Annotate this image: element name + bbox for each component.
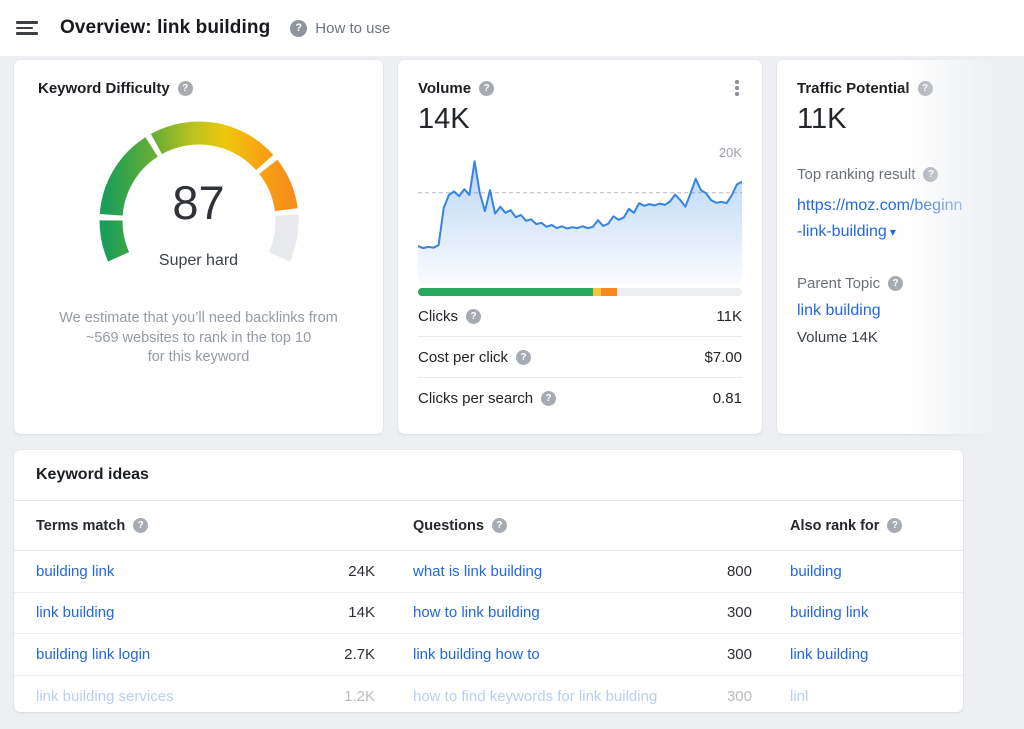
help-icon[interactable]: ?	[492, 518, 507, 533]
help-icon[interactable]: ?	[888, 276, 903, 291]
clicks-bar-segment	[418, 288, 593, 296]
help-icon[interactable]: ?	[918, 81, 933, 96]
table-row: how to find keywords for link building 3…	[391, 676, 768, 713]
help-icon[interactable]: ?	[541, 391, 556, 406]
difficulty-gauge: 87 Super hard	[77, 115, 321, 283]
volume-title: Volume ?	[418, 80, 742, 97]
difficulty-score: 87	[77, 175, 321, 230]
clicks-distribution-bar	[418, 288, 742, 296]
help-icon[interactable]: ?	[923, 167, 938, 182]
top-ranking-result-label: Top ranking result ?	[797, 166, 1024, 183]
table-row: link building 14K	[14, 593, 391, 635]
keyword-volume: 2.7K	[344, 646, 375, 663]
table-row: building	[768, 551, 963, 593]
terms-match-column: Terms match ? building link 24K link bui…	[14, 501, 391, 712]
traffic-potential-card: Traffic Potential ? 11K Top ranking resu…	[777, 60, 1024, 434]
clicks-bar-segment	[593, 288, 601, 296]
keyword-link[interactable]: link building	[790, 646, 868, 663]
how-to-use-link[interactable]: How to use	[315, 20, 390, 37]
metrics-card-row: Keyword Difficulty ? 87 Super hard We es…	[14, 60, 1024, 434]
keyword-volume: 300	[727, 604, 752, 621]
questions-column: Questions ? what is link building 800 ho…	[391, 501, 768, 712]
metric-value: $7.00	[704, 349, 742, 366]
clicks-bar-segment	[617, 288, 742, 296]
help-icon[interactable]: ?	[290, 20, 307, 37]
keyword-volume: 24K	[348, 563, 375, 580]
keyword-link[interactable]: building link	[790, 604, 868, 621]
app-header: Overview: link building ? How to use	[0, 0, 1024, 56]
keyword-link[interactable]: link building how to	[413, 646, 540, 663]
traffic-potential-title: Traffic Potential ?	[797, 80, 1024, 97]
metric-row-cpc: Cost per click ? $7.00	[418, 337, 742, 378]
keyword-volume: 14K	[348, 604, 375, 621]
metric-row-clicks: Clicks ? 11K	[418, 296, 742, 337]
keyword-volume: 300	[727, 646, 752, 663]
difficulty-label: Super hard	[77, 252, 321, 270]
help-icon[interactable]: ?	[466, 309, 481, 324]
keyword-difficulty-title: Keyword Difficulty ?	[38, 80, 359, 97]
metric-row-clicks-per-search: Clicks per search ? 0.81	[418, 378, 742, 419]
also-rank-for-header: Also rank for ?	[768, 501, 963, 551]
keyword-link[interactable]: building link	[36, 563, 114, 580]
help-icon[interactable]: ?	[178, 81, 193, 96]
keyword-link[interactable]: how to link building	[413, 604, 540, 621]
volume-value: 14K	[418, 103, 742, 136]
keyword-link[interactable]: what is link building	[413, 563, 542, 580]
keyword-link[interactable]: building link login	[36, 646, 150, 663]
keyword-ideas-table: Terms match ? building link 24K link bui…	[14, 501, 963, 712]
volume-axis-tick: 20K	[719, 145, 742, 160]
keyword-volume: 300	[727, 688, 752, 705]
keyword-ideas-title: Keyword ideas	[36, 466, 149, 484]
help-icon[interactable]: ?	[887, 518, 902, 533]
keyword-difficulty-card: Keyword Difficulty ? 87 Super hard We es…	[14, 60, 383, 434]
chevron-down-icon[interactable]: ▾	[890, 225, 896, 239]
help-icon[interactable]: ?	[516, 350, 531, 365]
difficulty-estimate-text: We estimate that you’ll need backlinks f…	[38, 309, 359, 368]
keyword-volume: 1.2K	[344, 688, 375, 705]
clicks-bar-segment	[601, 288, 617, 296]
keyword-link[interactable]: building	[790, 563, 842, 580]
table-row: link building	[768, 634, 963, 676]
page-title: Overview: link building	[60, 17, 270, 39]
questions-header: Questions ?	[391, 501, 768, 551]
parent-topic-volume: Volume 14K	[797, 329, 1024, 346]
kebab-menu-icon[interactable]	[728, 78, 746, 98]
menu-icon[interactable]	[16, 19, 40, 37]
keyword-link[interactable]: link building services	[36, 688, 174, 705]
metric-value: 0.81	[713, 390, 742, 407]
table-row: building link	[768, 593, 963, 635]
keyword-link[interactable]: link building	[36, 604, 114, 621]
volume-card: Volume ? 14K 20K Clicks ? 11K Cost per c…	[398, 60, 762, 434]
parent-topic-link[interactable]: link building	[797, 302, 1024, 320]
table-row: linl	[768, 676, 963, 713]
metric-value: 11K	[716, 308, 742, 325]
keyword-volume: 800	[727, 563, 752, 580]
volume-trend-chart	[418, 158, 742, 284]
table-row: link building services 1.2K	[14, 676, 391, 713]
table-row: building link 24K	[14, 551, 391, 593]
terms-match-header: Terms match ?	[14, 501, 391, 551]
also-rank-for-column: Also rank for ? building building link l…	[768, 501, 963, 712]
table-row: link building how to 300	[391, 634, 768, 676]
keyword-link[interactable]: linl	[790, 688, 808, 705]
top-ranking-result-link[interactable]: https://moz.com/beginn -link-building▾	[797, 193, 1024, 245]
table-row: building link login 2.7K	[14, 634, 391, 676]
table-row: how to link building 300	[391, 593, 768, 635]
keyword-ideas-header: Keyword ideas	[14, 450, 963, 501]
help-icon[interactable]: ?	[479, 81, 494, 96]
parent-topic-label: Parent Topic ?	[797, 275, 1024, 292]
help-icon[interactable]: ?	[133, 518, 148, 533]
keyword-link[interactable]: how to find keywords for link building	[413, 688, 657, 705]
traffic-potential-value: 11K	[797, 103, 1024, 136]
keyword-ideas-card: Keyword ideas Terms match ? building lin…	[14, 450, 963, 712]
table-row: what is link building 800	[391, 551, 768, 593]
